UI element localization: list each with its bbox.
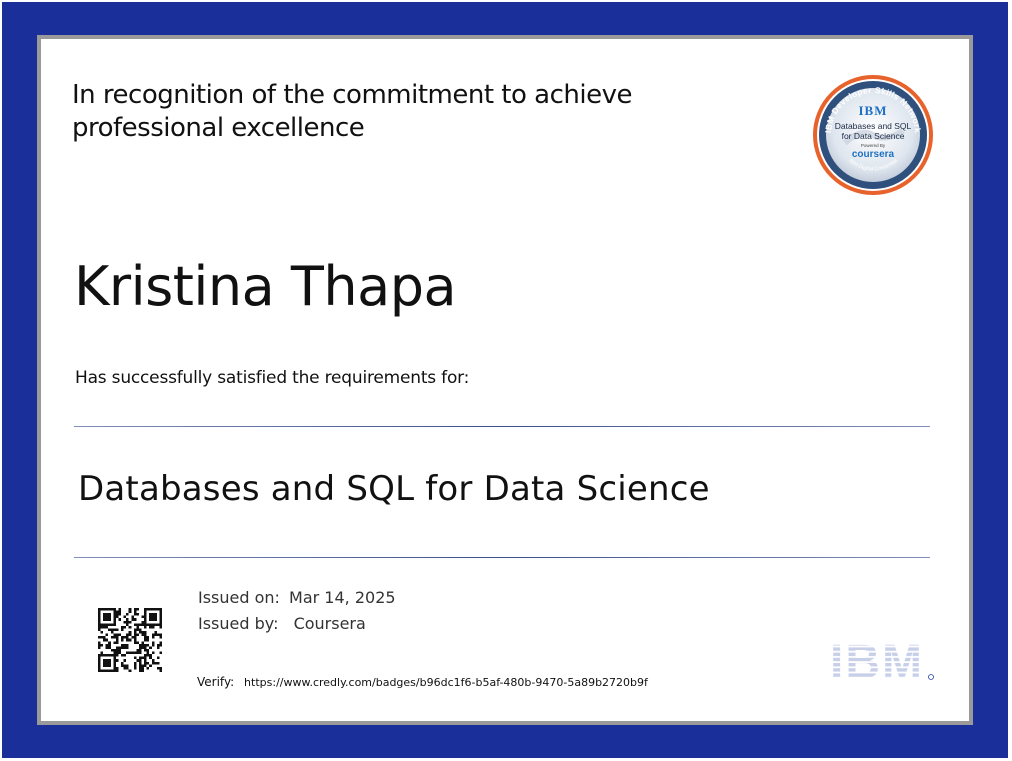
badge-brand: IBM	[859, 103, 888, 118]
issuer-label: Issued by:	[198, 614, 279, 633]
recipient-name: Kristina Thapa	[74, 255, 457, 318]
ibm-digital-credential-badge-icon: IBM Developer Skills Network IBM Databas…	[813, 75, 933, 195]
divider-top	[74, 426, 930, 427]
ibm-logo-icon: IBM	[830, 637, 934, 683]
badge-partner: coursera	[852, 149, 895, 160]
badge-course-line-1: Databases and SQL	[835, 121, 912, 131]
recognition-line-2: professional excellence	[72, 113, 365, 143]
badge-powered-by: Powered By	[861, 143, 886, 148]
issuer-value: Coursera	[293, 614, 366, 633]
recognition-statement: In recognition of the commitment to achi…	[72, 79, 712, 145]
certificate: In recognition of the commitment to achi…	[41, 39, 969, 721]
verify-row: Verify: https://www.credly.com/badges/b9…	[197, 675, 648, 689]
requirement-statement: Has successfully satisfied the requireme…	[75, 368, 470, 388]
course-title: Databases and SQL for Data Science	[78, 469, 710, 509]
issue-date-label: Issued on:	[198, 588, 280, 607]
recognition-line-1: In recognition of the commitment to achi…	[72, 80, 632, 110]
ibm-logo-text: IBM	[830, 637, 924, 683]
verification-qr-code-icon[interactable]	[98, 608, 162, 672]
verify-url-link[interactable]: https://www.credly.com/badges/b96dc1f6-b…	[244, 676, 648, 689]
badge-course-line-2: for Data Science	[842, 131, 905, 141]
verify-label: Verify:	[197, 675, 235, 689]
divider-bottom	[74, 557, 930, 558]
issuer-row: Issued by: Coursera	[198, 614, 366, 633]
issue-date-row: Issued on: Mar 14, 2025	[198, 588, 396, 607]
issue-date-value: Mar 14, 2025	[289, 588, 396, 607]
